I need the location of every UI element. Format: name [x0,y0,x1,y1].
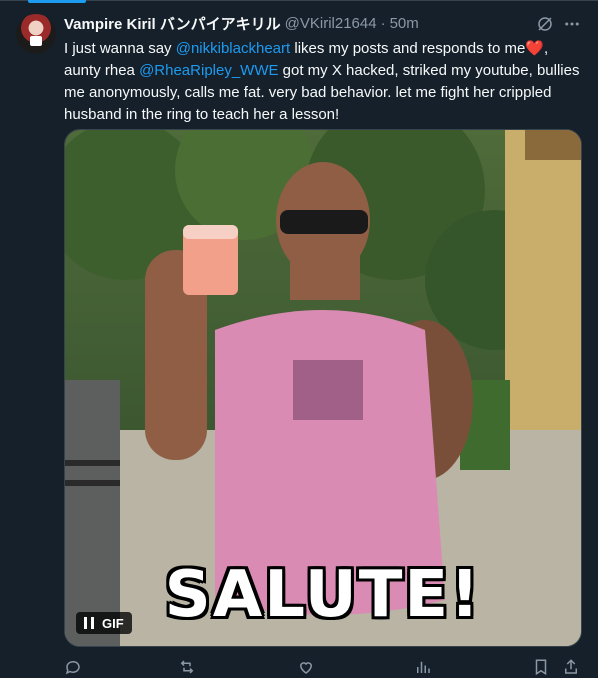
more-icon[interactable] [563,15,581,33]
share-icon[interactable] [562,658,580,676]
text-part: I just wanna say [64,40,176,57]
pause-icon[interactable] [84,617,94,629]
timestamp[interactable]: 50m [390,15,419,32]
grok-icon[interactable] [536,15,554,33]
gif-media[interactable]: SALUTE! GIF [64,129,582,647]
reply-icon[interactable] [64,658,82,676]
repost-icon[interactable] [178,658,196,676]
text-part: likes my posts and responds to me [290,40,526,57]
mention-rhearipley[interactable]: @RheaRipley_WWE [139,62,278,79]
views-icon[interactable] [414,658,432,676]
action-bar [64,658,580,678]
user-handle[interactable]: @VKiril21644 [285,15,377,32]
tweet-header: Vampire Kiril バンパイアキリル @VKiril21644 · 50… [64,13,538,33]
tweet[interactable]: Vampire Kiril バンパイアキリル @VKiril21644 · 50… [0,0,598,678]
bookmark-icon[interactable] [532,658,550,676]
gif-caption: SALUTE! [164,558,482,632]
mention-nikkiblackheart[interactable]: @nikkiblackheart [176,40,290,57]
heart-emoji: ❤️ [525,40,544,57]
separator-dot: · [380,14,386,32]
avatar[interactable] [16,14,56,54]
like-icon[interactable] [297,658,315,676]
gif-badge-label: GIF [102,615,124,631]
tweet-text: I just wanna say @nikkiblackheart likes … [64,38,582,126]
gif-badge[interactable]: GIF [76,612,132,634]
display-name[interactable]: Vampire Kiril バンパイアキリル [64,13,281,34]
